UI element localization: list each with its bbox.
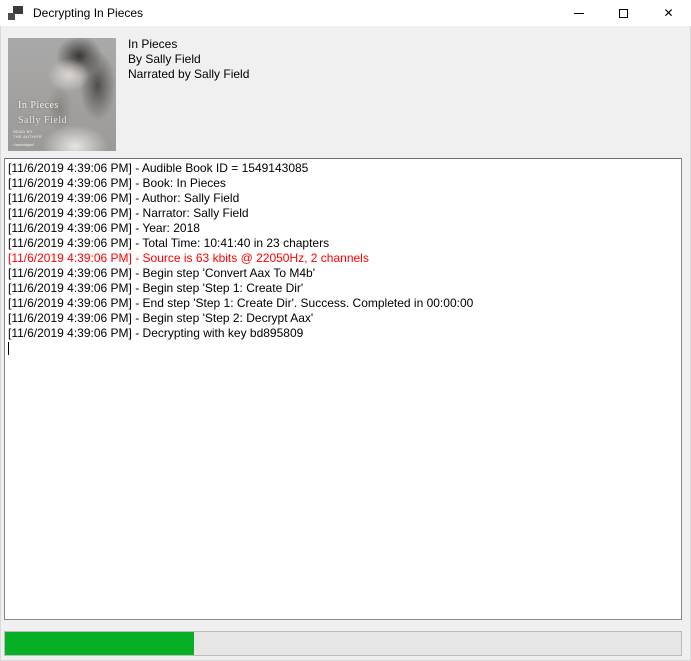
log-line: [11/6/2019 4:39:06 PM] - Author: Sally F… [8, 191, 678, 206]
progress-bar-fill [5, 632, 194, 655]
minimize-button[interactable] [556, 0, 601, 26]
log-line: [11/6/2019 4:39:06 PM] - Source is 63 kb… [8, 251, 678, 266]
caret-line [8, 341, 678, 356]
log-line: [11/6/2019 4:39:06 PM] - End step 'Step … [8, 296, 678, 311]
log-line: [11/6/2019 4:39:06 PM] - Book: In Pieces [8, 176, 678, 191]
book-cover-art: In Pieces Sally Field READ BY THE AUTHOR… [8, 38, 116, 151]
book-info: In Pieces By Sally Field Narrated by Sal… [128, 37, 249, 82]
cover-badge-unabridged: Unabridged [13, 142, 34, 147]
log-output[interactable]: [11/6/2019 4:39:06 PM] - Audible Book ID… [4, 158, 682, 620]
log-line: [11/6/2019 4:39:06 PM] - Year: 2018 [8, 221, 678, 236]
cover-badge-read-by: READ BY THE AUTHOR [13, 129, 42, 139]
app-blocks-icon [8, 6, 24, 20]
book-narrator: Narrated by Sally Field [128, 67, 249, 82]
log-line: [11/6/2019 4:39:06 PM] - Begin step 'Ste… [8, 281, 678, 296]
window-title: Decrypting In Pieces [33, 6, 143, 20]
app-window: Decrypting In Pieces ✕ In Pieces Sally F… [0, 0, 691, 661]
cover-title: In Pieces [18, 100, 59, 111]
cover-author: Sally Field [18, 115, 67, 126]
window-controls: ✕ [556, 0, 691, 26]
log-line: [11/6/2019 4:39:06 PM] - Narrator: Sally… [8, 206, 678, 221]
maximize-icon [619, 9, 628, 18]
close-button[interactable]: ✕ [646, 0, 691, 26]
log-lines: [11/6/2019 4:39:06 PM] - Audible Book ID… [8, 161, 678, 341]
log-line: [11/6/2019 4:39:06 PM] - Decrypting with… [8, 326, 678, 341]
book-author: By Sally Field [128, 52, 249, 67]
log-line: [11/6/2019 4:39:06 PM] - Begin step 'Con… [8, 266, 678, 281]
titlebar: Decrypting In Pieces ✕ [0, 0, 691, 26]
book-title: In Pieces [128, 37, 249, 52]
log-line: [11/6/2019 4:39:06 PM] - Audible Book ID… [8, 161, 678, 176]
log-line: [11/6/2019 4:39:06 PM] - Total Time: 10:… [8, 236, 678, 251]
maximize-button[interactable] [601, 0, 646, 26]
text-caret [8, 342, 9, 355]
close-icon: ✕ [663, 7, 673, 19]
progress-bar [4, 631, 682, 656]
app-icon-block-small [8, 13, 15, 20]
minimize-icon [574, 13, 584, 14]
log-line: [11/6/2019 4:39:06 PM] - Begin step 'Ste… [8, 311, 678, 326]
